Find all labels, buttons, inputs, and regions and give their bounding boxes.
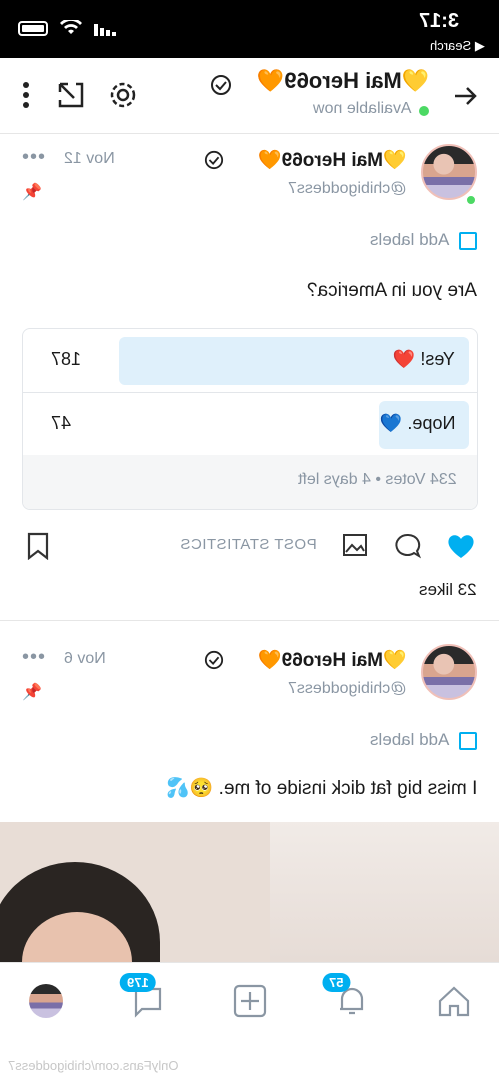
poll-option-label: Yes! ❤️	[393, 349, 455, 369]
author-handle[interactable]: @chibigoddess7	[288, 680, 407, 698]
plus-square-icon	[233, 984, 267, 1018]
nav-messages[interactable]: 179	[120, 973, 168, 1021]
author-name[interactable]: 💛Mai Hero69🧡	[258, 148, 407, 172]
battery-icon	[18, 20, 48, 36]
post-media-image[interactable]	[0, 822, 499, 962]
add-labels-link[interactable]: Add labels	[370, 730, 449, 750]
messages-badge: 179	[120, 973, 156, 992]
photo-background	[270, 822, 499, 962]
home-icon	[438, 986, 470, 1017]
status-bar: 3:17 ◀ Search	[0, 0, 499, 58]
more-vertical-icon[interactable]	[20, 80, 32, 110]
poll-option-votes: 187	[51, 349, 82, 369]
pin-icon[interactable]: 📌	[22, 182, 42, 202]
back-to-search-link[interactable]: ◀ Search	[430, 38, 485, 54]
author-name[interactable]: 💛Mai Hero69🧡	[258, 648, 407, 672]
online-indicator	[465, 194, 477, 206]
wifi-icon	[60, 20, 82, 34]
online-indicator	[419, 106, 429, 116]
author-handle[interactable]: @chibigoddess7	[288, 180, 407, 198]
avatar	[29, 984, 63, 1018]
poll: Yes! ❤️ 187 Nope. 💙 47 234 Votes • 4 day…	[22, 328, 478, 510]
pin-icon[interactable]: 📌	[22, 682, 42, 702]
labels-icon[interactable]	[459, 232, 477, 250]
heart-icon[interactable]	[446, 532, 476, 560]
post-statistics-button[interactable]: POST STATISTICS	[180, 536, 317, 553]
poll-option[interactable]: Nope. 💙 47	[23, 393, 477, 457]
more-options-icon[interactable]: •••	[22, 146, 46, 169]
poll-option-votes: 47	[51, 413, 72, 433]
share-icon[interactable]	[56, 80, 86, 110]
poll-summary: 234 Votes • 4 days left	[23, 455, 477, 509]
post-text: Are you in America?	[306, 280, 477, 301]
comment-icon[interactable]	[394, 532, 422, 560]
bookmark-icon[interactable]	[26, 532, 50, 560]
post-text: I miss big fat dick inside of me. 🥺💦	[165, 778, 477, 799]
notifications-badge: 57	[322, 973, 351, 992]
post-actions: POST STATISTICS	[0, 528, 499, 568]
verified-icon	[204, 150, 224, 170]
more-options-icon[interactable]: •••	[22, 646, 46, 669]
poll-summary-text: 234 Votes • 4 days left	[298, 471, 457, 488]
watermark: OnlyFans.com/chibigoddess7	[8, 1058, 179, 1073]
availability-status: Available now	[312, 100, 411, 117]
avatar[interactable]	[421, 644, 477, 700]
add-labels-link[interactable]: Add labels	[370, 230, 449, 250]
poll-option-label: Nope. 💙	[379, 413, 455, 433]
chat-title: 💛Mai Hero69🧡	[256, 68, 429, 93]
avatar[interactable]	[421, 144, 477, 200]
nav-profile[interactable]	[26, 981, 66, 1021]
post-date: Nov 12	[64, 150, 115, 167]
image-icon[interactable]	[342, 532, 368, 558]
back-arrow-icon[interactable]	[451, 82, 479, 110]
verified-icon	[204, 650, 224, 670]
clock: 3:17	[418, 10, 459, 32]
post-date: Nov 6	[64, 650, 106, 667]
verified-icon	[211, 75, 231, 95]
likes-count: 23 likes	[419, 580, 477, 599]
nav-home[interactable]	[434, 981, 474, 1021]
labels-icon[interactable]	[459, 732, 477, 750]
nav-add-post[interactable]	[230, 981, 270, 1021]
gear-icon[interactable]	[108, 80, 138, 110]
chat-header: 💛Mai Hero69🧡 Available now	[0, 58, 499, 134]
poll-option[interactable]: Yes! ❤️ 187	[23, 329, 477, 393]
status-icons	[18, 20, 118, 36]
post-card: 💛Mai Hero69🧡 @chibigoddess7 Nov 6 ••• 📌 …	[0, 626, 499, 822]
bottom-navigation: 179 57	[0, 962, 499, 1036]
signal-icon	[94, 24, 116, 36]
post-divider	[0, 620, 499, 621]
nav-notifications[interactable]: 57	[322, 973, 372, 1021]
